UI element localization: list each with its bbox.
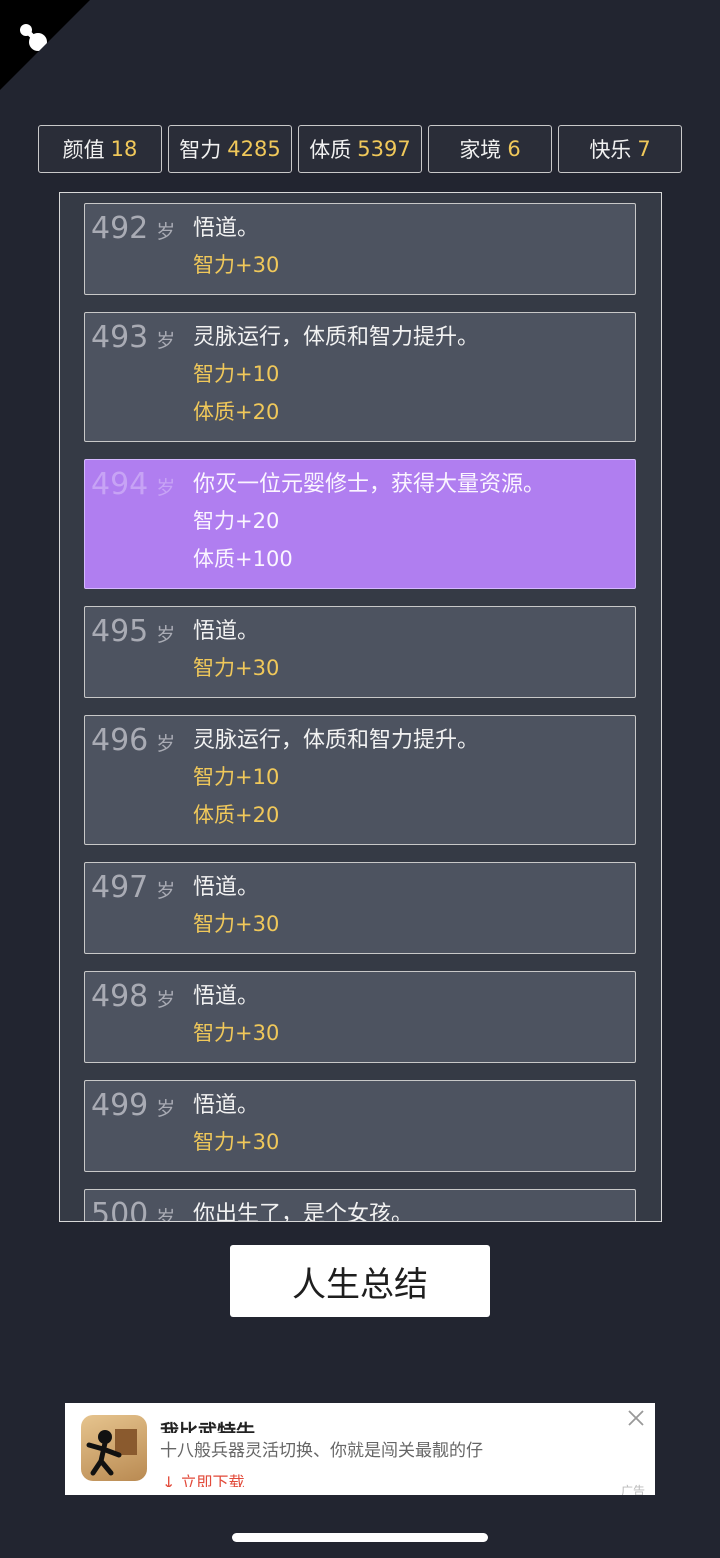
effect-text: 智力+30 (193, 253, 280, 277)
age-unit: 岁 (156, 1098, 176, 1120)
effect-text: 智力+30 (193, 912, 280, 936)
age-unit: 岁 (156, 880, 176, 902)
age-number: 493 (91, 320, 149, 355)
stat-physique: 体质 5397 (298, 125, 422, 173)
effect-text: 智力+10 (193, 765, 280, 789)
age-number: 497 (91, 870, 149, 905)
list-item: 492 岁 悟道。 智力+30 (84, 203, 636, 295)
event-text: 灵脉运行，体质和智力提升。 (193, 728, 480, 753)
ad-title: 我比武特牛 (160, 1421, 256, 1433)
list-item: 499 岁 悟道。 智力+30 (84, 1080, 636, 1172)
stat-appearance: 颜值 18 (38, 125, 162, 173)
age-number: 498 (91, 979, 149, 1014)
list-item-highlighted: 494 岁 你灭一位元婴修士，获得大量资源。 智力+20 体质+100 (84, 459, 636, 589)
ad-download-link[interactable]: ↓ 立即下载 (162, 1469, 245, 1487)
age-unit: 岁 (156, 1207, 176, 1222)
stat-happiness: 快乐 7 (558, 125, 682, 173)
home-indicator[interactable] (232, 1533, 488, 1542)
life-summary-button[interactable]: 人生总结 (230, 1245, 490, 1317)
age-number: 492 (91, 211, 149, 246)
stats-bar: 颜值 18 智力 4285 体质 5397 家境 6 快乐 7 (38, 125, 682, 173)
age-number: 494 (91, 467, 149, 502)
event-text: 悟道。 (193, 875, 260, 900)
share-icon (20, 24, 47, 51)
close-icon[interactable] (625, 1407, 647, 1429)
stat-family: 家境 6 (428, 125, 552, 173)
age-number: 496 (91, 723, 149, 758)
life-log-panel[interactable]: 492 岁 悟道。 智力+30 493 岁 灵脉运行，体质和智力提升。 智力+10 … (59, 192, 662, 1222)
event-text: 悟道。 (193, 1093, 260, 1118)
age-unit: 岁 (156, 733, 176, 755)
age-number: 495 (91, 614, 149, 649)
ad-banner[interactable]: 我比武特牛 十八般兵器灵活切换、你就是闯关最靓的仔 ↓ 立即下载 广告 (65, 1403, 655, 1495)
list-item: 498 岁 悟道。 智力+30 (84, 971, 636, 1063)
event-text: 悟道。 (193, 619, 260, 644)
effect-text: 智力+30 (193, 1021, 280, 1045)
event-text: 悟道。 (193, 984, 260, 1009)
list-item: 495 岁 悟道。 智力+30 (84, 606, 636, 698)
ad-description: 十八般兵器灵活切换、你就是闯关最靓的仔 (160, 1441, 483, 1461)
ad-label: 广告 (620, 1484, 645, 1495)
list-item: 500 岁 你出生了，是个女孩。 (84, 1189, 636, 1222)
event-text: 你灭一位元婴修士，获得大量资源。 (193, 472, 546, 497)
ad-app-icon[interactable] (81, 1415, 147, 1481)
age-unit: 岁 (156, 477, 176, 499)
event-text: 悟道。 (193, 216, 260, 241)
life-log-list: 492 岁 悟道。 智力+30 493 岁 灵脉运行，体质和智力提升。 智力+10 … (84, 203, 636, 1222)
age-unit: 岁 (156, 221, 176, 243)
event-text: 灵脉运行，体质和智力提升。 (193, 325, 480, 350)
age-number: 500 (91, 1197, 149, 1222)
age-unit: 岁 (156, 989, 176, 1011)
event-text: 你出生了，是个女孩。 (193, 1202, 414, 1222)
effect-text: 体质+20 (193, 803, 280, 827)
age-unit: 岁 (156, 624, 176, 646)
effect-text: 智力+20 (193, 509, 280, 533)
effect-text: 智力+30 (193, 656, 280, 680)
stat-intelligence: 智力 4285 (168, 125, 292, 173)
effect-text: 体质+20 (193, 400, 280, 424)
stickman-icon (86, 1429, 137, 1476)
effect-text: 智力+10 (193, 362, 280, 386)
list-item: 496 岁 灵脉运行，体质和智力提升。 智力+10 体质+20 (84, 715, 636, 845)
age-unit: 岁 (156, 330, 176, 352)
corner-badge[interactable] (0, 0, 90, 90)
download-icon: ↓ (162, 1473, 181, 1487)
effect-text: 体质+100 (193, 547, 293, 571)
list-item: 493 岁 灵脉运行，体质和智力提升。 智力+10 体质+20 (84, 312, 636, 442)
age-number: 499 (91, 1088, 149, 1123)
list-item: 497 岁 悟道。 智力+30 (84, 862, 636, 954)
effect-text: 智力+30 (193, 1130, 280, 1154)
